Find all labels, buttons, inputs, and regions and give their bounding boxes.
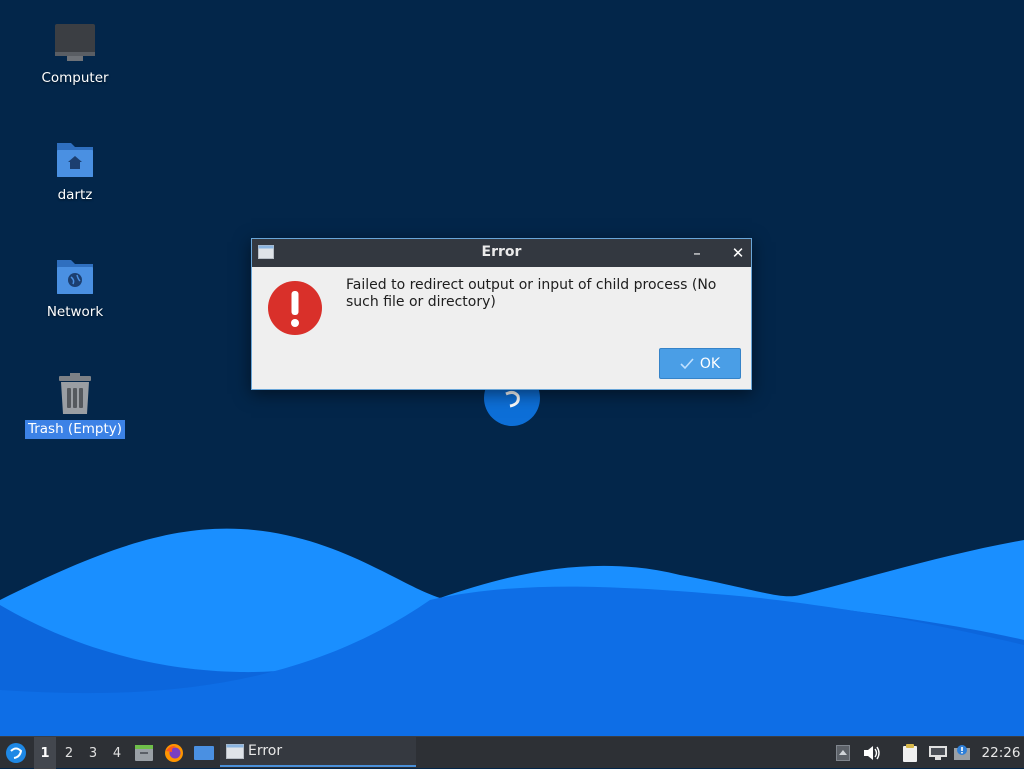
- task-label: Error: [248, 743, 283, 759]
- firefox-launcher[interactable]: [162, 737, 186, 769]
- tray-arrow-icon: [836, 745, 850, 761]
- desktop-icon-label: Trash (Empty): [24, 420, 126, 439]
- taskbar: 1 2 3 4 Error 22:26: [0, 736, 1024, 769]
- home-folder-icon: [57, 143, 93, 177]
- desktop-icon-home[interactable]: dartz: [20, 139, 130, 205]
- clipboard-icon: [903, 744, 917, 762]
- error-dialog: Error – ✕ Failed to redirect output or i…: [251, 238, 752, 390]
- desktop-icon-trash[interactable]: Trash (Empty): [20, 373, 130, 439]
- close-button[interactable]: ✕: [726, 241, 750, 265]
- desktop-icon-label: Computer: [41, 70, 109, 86]
- update-notifier[interactable]: [952, 737, 974, 769]
- start-menu-button[interactable]: [2, 737, 30, 769]
- error-message: Failed to redirect output or input of ch…: [346, 277, 717, 310]
- network-folder-icon: [57, 260, 93, 294]
- clock[interactable]: 22:26: [978, 737, 1024, 769]
- workspace-1[interactable]: 1: [34, 737, 56, 769]
- checkmark-icon: [680, 357, 694, 369]
- volume-control[interactable]: [860, 737, 884, 769]
- desktop-icon-label: dartz: [57, 187, 93, 203]
- show-desktop-launcher[interactable]: [192, 737, 216, 769]
- workspace-4[interactable]: 4: [106, 737, 128, 769]
- dialog-title: Error: [481, 244, 522, 260]
- window-icon: [226, 743, 244, 759]
- dialog-titlebar[interactable]: Error – ✕: [252, 239, 751, 267]
- desktop-icon-label: Network: [46, 304, 104, 320]
- trash-icon: [59, 373, 91, 414]
- clipboard-manager[interactable]: [898, 737, 922, 769]
- update-notifier-icon: [954, 745, 970, 760]
- network-status[interactable]: [926, 737, 950, 769]
- desktop-icon-computer[interactable]: Computer: [20, 22, 130, 88]
- desktop-icon-network[interactable]: Network: [20, 256, 130, 322]
- workspace-3[interactable]: 3: [82, 737, 104, 769]
- ok-button[interactable]: OK: [659, 348, 741, 379]
- volume-icon: [864, 746, 880, 760]
- error-icon: [268, 281, 322, 335]
- lubuntu-menu-icon: [6, 743, 26, 763]
- minimize-button[interactable]: –: [685, 241, 709, 265]
- computer-icon: [55, 24, 95, 61]
- network-status-icon: [929, 746, 947, 760]
- taskbar-task-error[interactable]: Error: [220, 737, 416, 767]
- file-manager-icon: [135, 745, 153, 761]
- workspace-2[interactable]: 2: [58, 737, 80, 769]
- firefox-icon: [165, 744, 183, 762]
- ok-button-label: OK: [699, 355, 721, 372]
- file-manager-launcher[interactable]: [132, 737, 156, 769]
- tray-expander[interactable]: [834, 737, 852, 769]
- show-desktop-icon: [194, 746, 214, 760]
